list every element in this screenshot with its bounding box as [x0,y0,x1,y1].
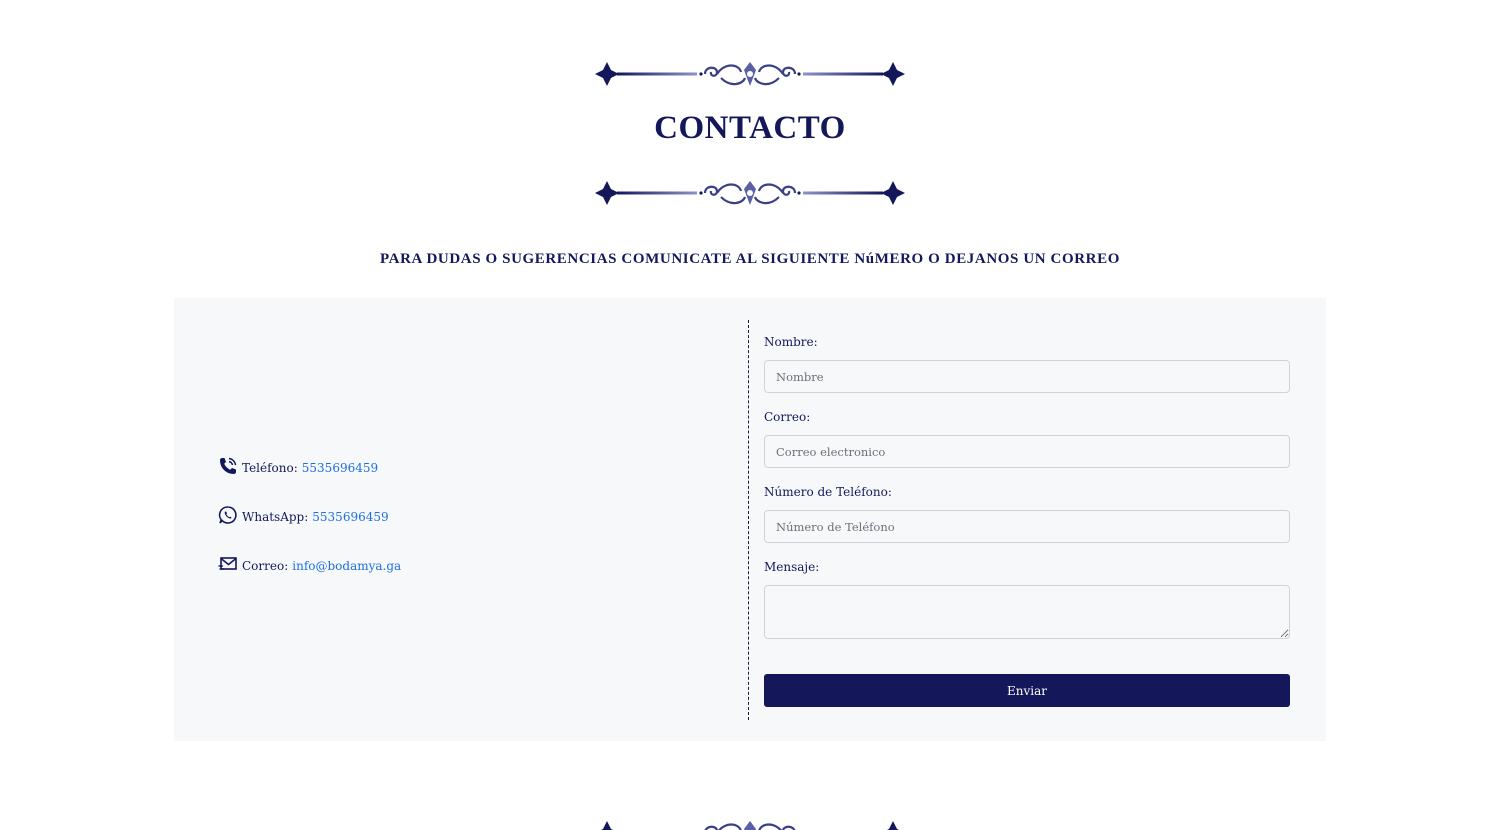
phone-label: Número de Teléfono: [764,485,892,499]
contact-phone-row: Teléfono: 5535696459 [218,456,378,476]
ornament-divider-bottom [593,817,907,830]
message-textarea[interactable] [764,585,1290,639]
whatsapp-icon [218,505,238,525]
email-input[interactable] [764,435,1290,468]
page-subtitle: PARA DUDAS O SUGERENCIAS COMUNICATE AL S… [380,251,1120,267]
phone-icon [218,456,238,476]
contact-whatsapp-label: WhatsApp: [242,510,309,524]
message-label: Mensaje: [764,560,820,574]
contact-email-link[interactable]: info@bodamya.ga [292,558,401,574]
contact-email-row: Correo: info@bodamya.ga [218,554,401,574]
name-label: Nombre: [764,335,818,349]
contact-page: CONTACTO PARA DUDAS O SUGERENCIAS COMUNI… [0,0,1500,830]
contact-form: Nombre: Correo: Número de Teléfono: Mens… [764,334,1290,707]
page-title: CONTACTO [654,110,846,146]
mail-icon [218,554,238,574]
contact-card: Teléfono: 5535696459 WhatsApp: 553569645… [174,298,1326,741]
contact-whatsapp-link[interactable]: 5535696459 [312,509,388,525]
contact-phone-label: Teléfono: [242,461,298,475]
ornament-divider-top [593,58,907,90]
name-input[interactable] [764,360,1290,393]
column-divider [748,320,749,720]
submit-button[interactable]: Enviar [764,674,1290,707]
phone-input[interactable] [764,510,1290,543]
contact-whatsapp-row: WhatsApp: 5535696459 [218,505,389,525]
contact-email-label: Correo: [242,559,289,573]
email-label: Correo: [764,410,811,424]
contact-phone-link[interactable]: 5535696459 [302,460,378,476]
ornament-divider-middle [593,177,907,209]
